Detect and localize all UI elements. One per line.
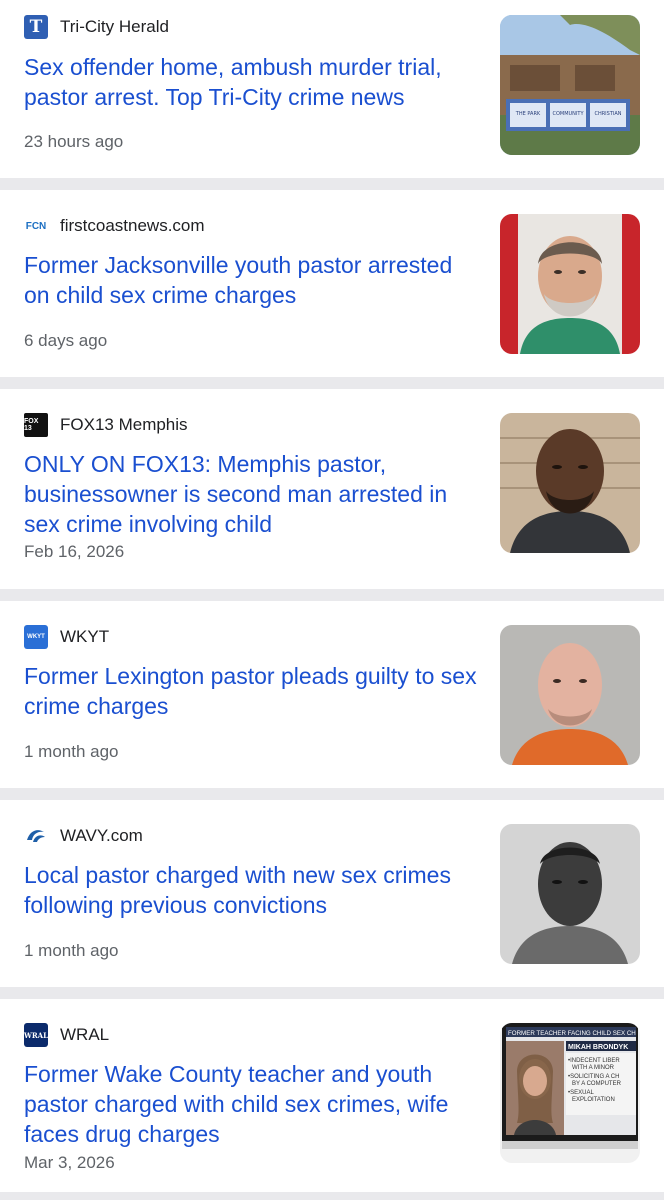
tv-broadcast-thumbnail[interactable]: FORMER TEACHER FACING CHILD SEX CH MIKAH…: [500, 1023, 640, 1163]
sign-text: COMMUNITY: [552, 111, 584, 117]
source-row: WRAL WRAL: [24, 1023, 109, 1047]
source-name: WRAL: [60, 1025, 110, 1044]
timestamp: 1 month ago: [24, 941, 119, 960]
broadcast-name: MIKAH BRONDYK: [568, 1044, 628, 1051]
wavy-logo-icon: [24, 824, 48, 848]
timestamp: 6 days ago: [24, 331, 108, 350]
timestamp: Feb 16, 2026: [24, 542, 125, 561]
news-card[interactable]: WRAL WRAL Former Wake County teacher and…: [0, 999, 664, 1192]
timestamp: 23 hours ago: [24, 132, 124, 151]
charge-line: •INDECENT LIBER: [568, 1058, 620, 1064]
source-name: firstcoastnews.com: [60, 216, 205, 235]
source-row: WKYT WKYT: [24, 625, 109, 649]
news-card[interactable]: FOX 13 FOX13 Memphis ONLY ON FOX13: Memp…: [0, 389, 664, 589]
headline-link[interactable]: Sex offender home, ambush murder trial, …: [24, 52, 484, 112]
sign-text: CHRISTIAN: [594, 111, 621, 117]
charge-line: BY A COMPUTER: [572, 1081, 622, 1087]
charge-line: EXPLOITATION: [572, 1097, 615, 1103]
broadcast-banner: FORMER TEACHER FACING CHILD SEX CH: [508, 1030, 636, 1037]
headline-link[interactable]: Former Jacksonville youth pastor arreste…: [24, 250, 484, 310]
headline-link[interactable]: Former Lexington pastor pleads guilty to…: [24, 661, 484, 721]
mugshot-thumbnail[interactable]: [500, 413, 640, 553]
news-feed: T Tri-City Herald Sex offender home, amb…: [0, 0, 664, 1200]
charge-line: •SEXUAL: [568, 1090, 594, 1096]
charge-line: WITH A MINOR: [572, 1065, 615, 1071]
source-name: WAVY.com: [60, 826, 143, 845]
sign-text: THE PARK: [515, 111, 541, 117]
source-row: FCN firstcoastnews.com: [24, 214, 205, 238]
mugshot-thumbnail[interactable]: [500, 824, 640, 964]
charge-line: •SOLICITING A CH: [568, 1074, 619, 1080]
source-row: WAVY.com: [24, 824, 143, 848]
source-row: T Tri-City Herald: [24, 15, 169, 39]
news-card[interactable]: T Tri-City Herald Sex offender home, amb…: [0, 0, 664, 178]
news-card[interactable]: WAVY.com Local pastor charged with new s…: [0, 800, 664, 987]
mugshot-thumbnail[interactable]: [500, 625, 640, 765]
source-name: WKYT: [60, 627, 110, 646]
source-row: FOX 13 FOX13 Memphis: [24, 413, 188, 437]
headline-link[interactable]: Former Wake County teacher and youth pas…: [24, 1059, 484, 1149]
timestamp: 1 month ago: [24, 742, 119, 761]
news-card[interactable]: WKYT WKYT Former Lexington pastor pleads…: [0, 601, 664, 788]
source-name: Tri-City Herald: [60, 17, 169, 36]
wkyt-logo-icon: WKYT: [24, 625, 48, 649]
wral-logo-icon: WRAL: [24, 1023, 48, 1047]
first-coast-news-logo-icon: FCN: [24, 214, 48, 238]
headline-link[interactable]: Local pastor charged with new sex crimes…: [24, 860, 484, 920]
timestamp: Mar 3, 2026: [24, 1153, 115, 1172]
source-name: FOX13 Memphis: [60, 415, 188, 434]
building-sign-thumbnail[interactable]: THE PARK COMMUNITY CHRISTIAN: [500, 15, 640, 155]
news-card[interactable]: FCN firstcoastnews.com Former Jacksonvil…: [0, 190, 664, 377]
fox13-logo-icon: FOX 13: [24, 413, 48, 437]
headline-link[interactable]: ONLY ON FOX13: Memphis pastor, businesso…: [24, 449, 484, 539]
tri-city-herald-logo-icon: T: [24, 15, 48, 39]
mugshot-thumbnail[interactable]: [500, 214, 640, 354]
